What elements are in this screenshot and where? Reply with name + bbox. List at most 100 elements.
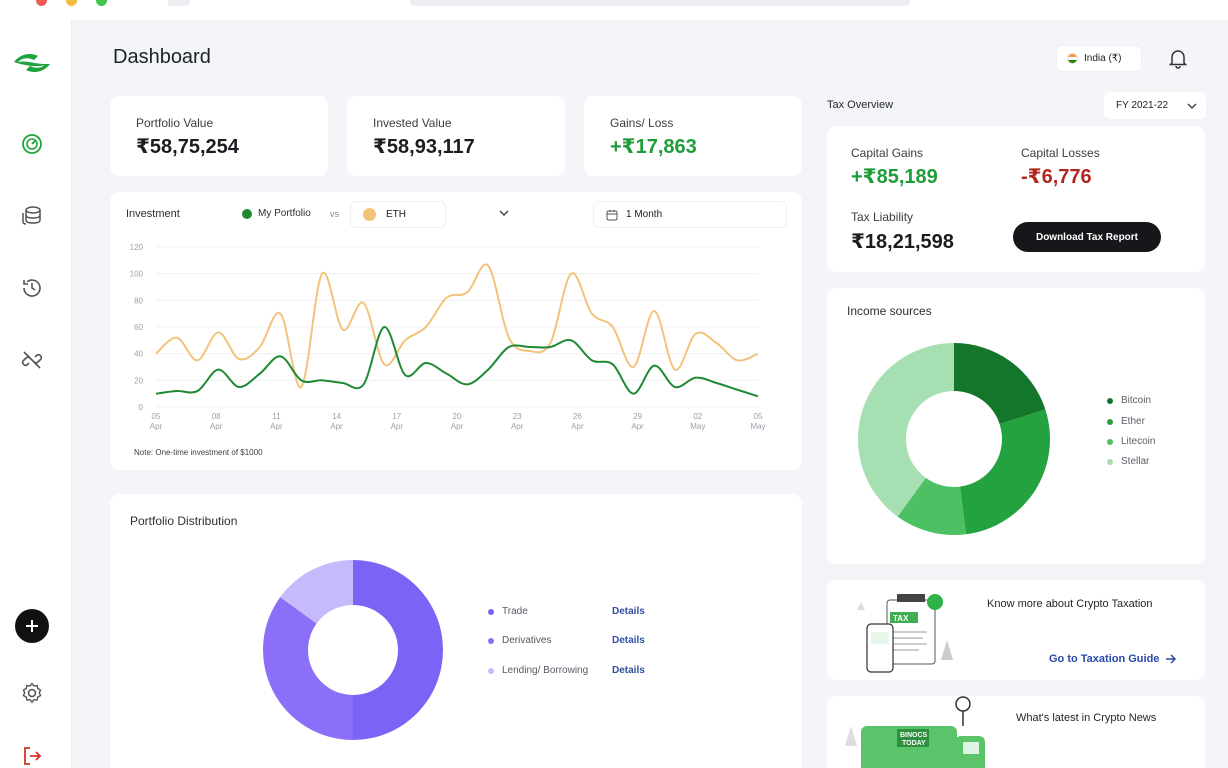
notification-bell-icon[interactable] (1166, 46, 1190, 70)
browser-toolbar (0, 0, 1228, 20)
x-tick-month: Apr (391, 422, 404, 431)
stat-value: +₹17,863 (610, 136, 697, 158)
x-tick-day: 08 (212, 412, 221, 421)
investment-line-chart: 02040608010012005Apr08Apr11Apr14Apr17Apr… (130, 243, 766, 431)
series-line-my-portfolio (155, 325, 759, 398)
x-tick-month: Apr (270, 422, 283, 431)
x-tick-day: 05 (152, 412, 161, 421)
section-title: Income sources (847, 304, 932, 318)
y-tick-label: 80 (134, 296, 143, 305)
logo-icon[interactable] (12, 50, 52, 78)
download-tax-report-button[interactable]: Download Tax Report (1013, 222, 1161, 252)
x-tick-month: May (750, 422, 765, 431)
tax-illustration: TAX (857, 594, 953, 673)
settings-gear-icon[interactable] (18, 679, 46, 707)
dashboard-gauge-icon[interactable] (18, 130, 46, 158)
sidebar (0, 20, 72, 768)
promo-title: Know more about Crypto Taxation (987, 598, 1153, 610)
legend-trade: Trade (488, 606, 528, 617)
x-tick-day: 23 (513, 412, 522, 421)
gains-loss-card: Gains/ Loss +₹17,863 (584, 96, 802, 176)
distribution-donut (263, 560, 443, 740)
compare-asset-selector[interactable]: ETH (350, 201, 446, 228)
stat-value: ₹58,75,254 (136, 136, 239, 158)
investment-chart-card: Investment My Portfolio vs ETH 1 Month 0… (110, 192, 802, 470)
section-title: Portfolio Distribution (130, 514, 238, 528)
legend-ether: Ether (1107, 416, 1145, 427)
vs-label: vs (330, 209, 339, 219)
legend-dot (242, 208, 252, 219)
donut-slice-derivatives (263, 597, 353, 740)
logout-icon[interactable] (18, 742, 46, 768)
stat-label: Portfolio Value (136, 116, 214, 130)
x-tick-month: Apr (451, 422, 464, 431)
promo-title: What's latest in Crypto News (1016, 712, 1157, 724)
truck-text-1: BINOCS (900, 732, 928, 739)
legend-bitcoin: Bitcoin (1107, 395, 1151, 406)
x-tick-day: 14 (332, 412, 341, 421)
country-selector[interactable]: India (₹) (1056, 45, 1142, 72)
portfolio-value-card: Portfolio Value ₹58,75,254 (110, 96, 328, 176)
taxation-promo-card: TAX Know more about Crypto Taxation Go t… (827, 580, 1205, 680)
capital-gains-value: +₹85,189 (851, 166, 938, 188)
x-tick-day: 29 (633, 412, 642, 421)
tax-overview-card: Capital Gains +₹85,189 Capital Losses -₹… (827, 126, 1205, 272)
trade-details-link[interactable]: Details (612, 606, 645, 617)
income-donut (858, 343, 1050, 535)
capital-losses-label: Capital Losses (1021, 146, 1100, 160)
india-flag-icon (1067, 53, 1078, 64)
x-tick-day: 11 (272, 412, 281, 421)
country-label: India (₹) (1084, 53, 1122, 64)
y-tick-label: 120 (130, 243, 144, 252)
lending-details-link[interactable]: Details (612, 665, 645, 676)
history-icon[interactable] (18, 274, 46, 302)
window-minimize-dot[interactable] (66, 0, 77, 6)
fiscal-year-selector[interactable]: FY 2021-22 (1104, 92, 1206, 119)
y-tick-label: 100 (130, 270, 144, 279)
fiscal-year-label: FY 2021-22 (1116, 100, 1169, 111)
tax-liability-label: Tax Liability (851, 210, 914, 224)
portfolio-distribution-card: Portfolio Distribution Trade Details Der… (110, 494, 802, 768)
legend-derivatives: Derivatives (488, 635, 551, 646)
x-tick-month: Apr (330, 422, 343, 431)
donut-slice-trade (353, 560, 443, 740)
x-tick-month: Apr (571, 422, 584, 431)
legend-my-portfolio[interactable]: My Portfolio (242, 208, 311, 219)
unlink-icon[interactable] (18, 346, 46, 374)
taxation-guide-link[interactable]: Go to Taxation Guide (1049, 653, 1177, 665)
donut-slice-ether (960, 409, 1050, 535)
donut-slice-bitcoin (954, 343, 1046, 425)
x-tick-month: Apr (631, 422, 644, 431)
browser-tab-icon[interactable] (168, 0, 190, 6)
window-close-dot[interactable] (36, 0, 47, 6)
capital-losses-value: -₹6,776 (1021, 166, 1092, 188)
stat-value: ₹58,93,117 (373, 136, 475, 158)
chevron-down-icon (1187, 102, 1197, 109)
legend-stellar: Stellar (1107, 456, 1149, 467)
calendar-icon (606, 209, 618, 220)
y-tick-label: 20 (134, 376, 143, 385)
y-tick-label: 40 (134, 350, 143, 359)
truck-text-2: TODAY (902, 740, 926, 747)
series-line-eth (155, 263, 759, 389)
address-bar[interactable] (410, 0, 910, 6)
derivatives-details-link[interactable]: Details (612, 635, 645, 646)
add-button[interactable] (15, 609, 49, 643)
chevron-down-icon[interactable] (498, 208, 510, 221)
legend-litecoin: Litecoin (1107, 436, 1155, 447)
income-sources-card: Income sources Bitcoin Ether Litecoin St… (827, 288, 1205, 564)
period-selector[interactable]: 1 Month (593, 201, 787, 228)
legend-dot (363, 208, 376, 221)
x-tick-day: 20 (453, 412, 462, 421)
plus-icon (26, 620, 38, 632)
x-tick-month: Apr (150, 422, 163, 431)
x-tick-month: Apr (210, 422, 223, 431)
chart-title: Investment (126, 208, 180, 220)
x-tick-month: Apr (511, 422, 524, 431)
x-tick-day: 05 (754, 412, 763, 421)
tax-liability-value: ₹18,21,598 (851, 231, 954, 253)
compare-asset-label: ETH (386, 209, 406, 220)
database-icon[interactable] (18, 202, 46, 230)
tax-badge-text: TAX (893, 614, 909, 623)
window-maximize-dot[interactable] (96, 0, 107, 6)
